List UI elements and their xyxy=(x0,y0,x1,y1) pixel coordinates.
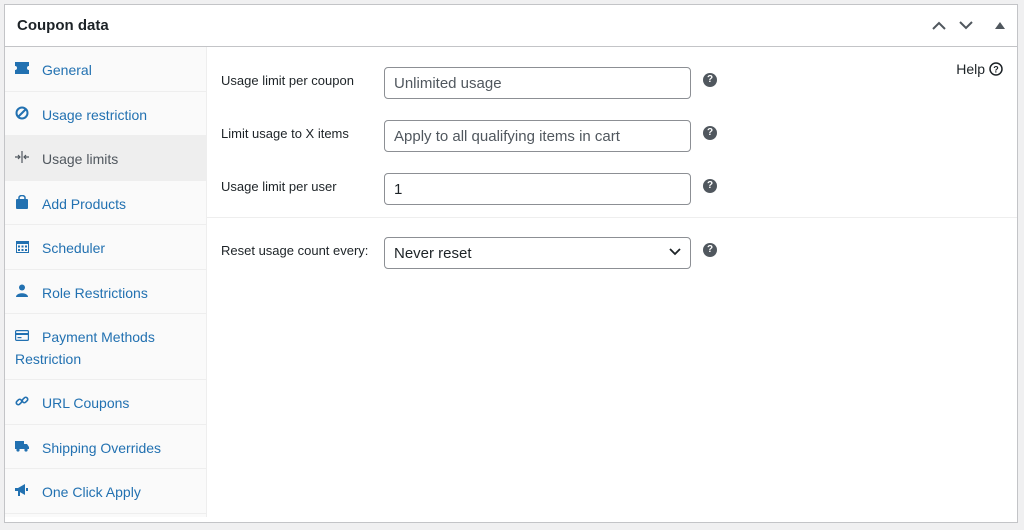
help-button[interactable]: Help ? xyxy=(956,61,1003,77)
calendar-icon xyxy=(15,239,29,253)
reset-usage-count-select[interactable]: Never reset xyxy=(384,237,691,269)
reset-usage-count-value: Never reset xyxy=(394,245,472,262)
tab-label: Scheduler xyxy=(42,240,106,256)
tab-label: Payment Methods Restriction xyxy=(15,329,155,367)
tab-label: One Click Apply xyxy=(42,484,141,500)
truck-icon xyxy=(15,439,29,453)
section-divider xyxy=(207,217,1017,218)
tab-add-products[interactable]: Add Products xyxy=(5,181,206,225)
toggle-panel-button[interactable] xyxy=(990,15,1010,35)
shopping-bag-icon xyxy=(15,194,29,209)
tab-label: URL Coupons xyxy=(42,395,130,411)
svg-text:?: ? xyxy=(993,65,999,75)
tab-label: General xyxy=(42,62,92,78)
coupon-data-panel: Coupon data General Usage restriction Us… xyxy=(4,4,1018,523)
user-icon xyxy=(15,284,29,298)
link-icon xyxy=(15,394,29,408)
tab-usage-limits[interactable]: Usage limits xyxy=(5,136,206,181)
tab-general[interactable]: General xyxy=(5,47,206,92)
tab-label: Usage restriction xyxy=(42,106,148,123)
tab-payment-methods-restriction[interactable]: Payment Methods Restriction xyxy=(5,314,206,380)
megaphone-icon xyxy=(15,483,29,497)
tab-role-restrictions[interactable]: Role Restrictions xyxy=(5,270,206,314)
limit-usage-to-x-items-tooltip-icon[interactable]: ? xyxy=(703,126,717,140)
usage-limit-per-coupon-label: Usage limit per coupon xyxy=(221,73,354,88)
tab-label: Role Restrictions xyxy=(42,284,148,301)
tab-one-click-apply[interactable]: One Click Apply xyxy=(5,469,206,514)
tab-scheduler[interactable]: Scheduler xyxy=(5,225,206,270)
usage-limits-panel: Help ? Usage limit per coupon ? Limit us… xyxy=(207,47,1017,522)
chevron-down-icon xyxy=(669,248,681,256)
reset-usage-count-label: Reset usage count every: xyxy=(221,243,369,258)
limit-usage-to-x-items-input[interactable] xyxy=(384,120,691,152)
chevron-down-icon xyxy=(959,20,973,29)
chevron-up-icon xyxy=(932,21,946,30)
tab-label: Usage limits xyxy=(42,151,119,167)
caret-up-icon xyxy=(995,21,1005,29)
panel-title: Coupon data xyxy=(17,17,109,34)
arrows-in-icon xyxy=(15,150,29,164)
panel-header: Coupon data xyxy=(5,5,1017,47)
block-icon xyxy=(15,106,29,120)
credit-card-icon xyxy=(15,328,29,342)
limit-usage-to-x-items-label: Limit usage to X items xyxy=(221,126,349,141)
tab-label: Shipping Overrides xyxy=(42,439,162,456)
move-up-button[interactable] xyxy=(929,15,949,35)
coupon-tabs: General Usage restriction Usage limits A… xyxy=(5,47,207,517)
usage-limit-per-user-tooltip-icon[interactable]: ? xyxy=(703,179,717,193)
ticket-icon xyxy=(15,61,29,75)
usage-limit-per-coupon-tooltip-icon[interactable]: ? xyxy=(703,73,717,87)
usage-limit-per-coupon-input[interactable] xyxy=(384,67,691,99)
usage-limit-per-user-label: Usage limit per user xyxy=(221,179,337,194)
usage-limit-per-user-input[interactable] xyxy=(384,173,691,205)
tab-label: Add Products xyxy=(42,195,127,212)
move-down-button[interactable] xyxy=(956,15,976,35)
tab-shipping-overrides[interactable]: Shipping Overrides xyxy=(5,425,206,469)
help-circle-icon: ? xyxy=(989,62,1003,76)
tab-usage-restriction[interactable]: Usage restriction xyxy=(5,92,206,136)
reset-usage-count-tooltip-icon[interactable]: ? xyxy=(703,243,717,257)
tab-url-coupons[interactable]: URL Coupons xyxy=(5,380,206,425)
help-label: Help xyxy=(956,61,985,77)
